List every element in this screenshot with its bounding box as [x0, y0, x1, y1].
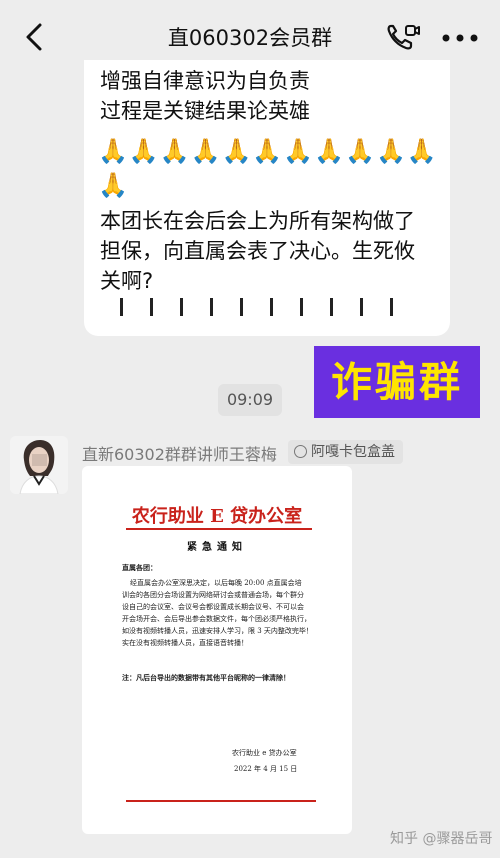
document-line: 如没有视频转播人员，迅速安排人学习，限 3 天内整改完毕！ [122, 627, 313, 635]
badge-icon [294, 445, 307, 458]
fraud-label: 诈骗群 [314, 346, 480, 418]
watermark-text: 知乎 @骤器岳哥 [390, 831, 493, 847]
video-call-icon[interactable] [386, 22, 420, 52]
document-line: 实在没有视频转播人员，直接语音转播！ [122, 639, 248, 647]
document-title: 农行助业 E 贷办公室 [131, 506, 303, 527]
document-signature: 农行助业 e 贷办公室 [232, 749, 297, 757]
document-line: 训会的各团分会场设置为网络研讨会或普通会场，每个群分 [122, 591, 304, 599]
chat-title: 直060302会员群 [167, 26, 333, 50]
document-header-rule [126, 528, 312, 530]
message-line: 过程是关键结果论英雄 [100, 99, 310, 123]
badge-label: 阿嘎卡包盒盖 [311, 444, 395, 460]
message-line: 担保，向直属会表了决心。生死攸 [100, 239, 415, 263]
message-bubble[interactable]: 增强自律意识为自负责 过程是关键结果论英雄 🙏🙏🙏🙏🙏🙏🙏🙏🙏🙏🙏 🙏 本团长在… [84, 60, 450, 336]
document-line: 开会场开会、会后导出参会数据文件，每个团必须严格执行， [122, 615, 311, 623]
message-line: 本团长在会后会上为所有架构做了 [100, 209, 415, 233]
more-dots-icon[interactable] [442, 34, 478, 42]
avatar[interactable] [10, 436, 68, 494]
praying-hands-row: 🙏🙏🙏🙏🙏🙏🙏🙏🙏🙏🙏 [98, 137, 438, 165]
message-line: 关啊? [100, 269, 154, 293]
timestamp: 09:09 [218, 384, 282, 416]
sender-badge[interactable]: 阿嘎卡包盒盖 [288, 440, 403, 464]
avatar-photo [10, 436, 68, 494]
document-image[interactable]: 农行助业 E 贷办公室 紧急通知 直属各团： 经直属会办公室深思决定，以后每晚 … [82, 466, 352, 834]
document-line: 经直属会办公室深思决定，以后每晚 20:00 点直属会培 [130, 579, 302, 587]
document-note: 注：凡后台导出的数据带有其他平台昵称的一律清除！ [122, 673, 290, 682]
message-line: 增强自律意识为自负责 [100, 69, 310, 93]
document-date: 2022 年 4 月 15 日 [234, 765, 298, 773]
sender-name: 直新60302群群讲师王蓉梅 [82, 445, 277, 464]
document-greeting: 直属各团： [122, 563, 157, 572]
document-line: 设自己的会议室、会议号会都设置成长期会议号、不可以会 [122, 603, 304, 611]
bar-separator [118, 298, 418, 318]
document-footer-rule [126, 800, 316, 802]
document-subtitle: 紧急通知 [187, 542, 247, 553]
praying-hands-row: 🙏 [98, 171, 129, 199]
